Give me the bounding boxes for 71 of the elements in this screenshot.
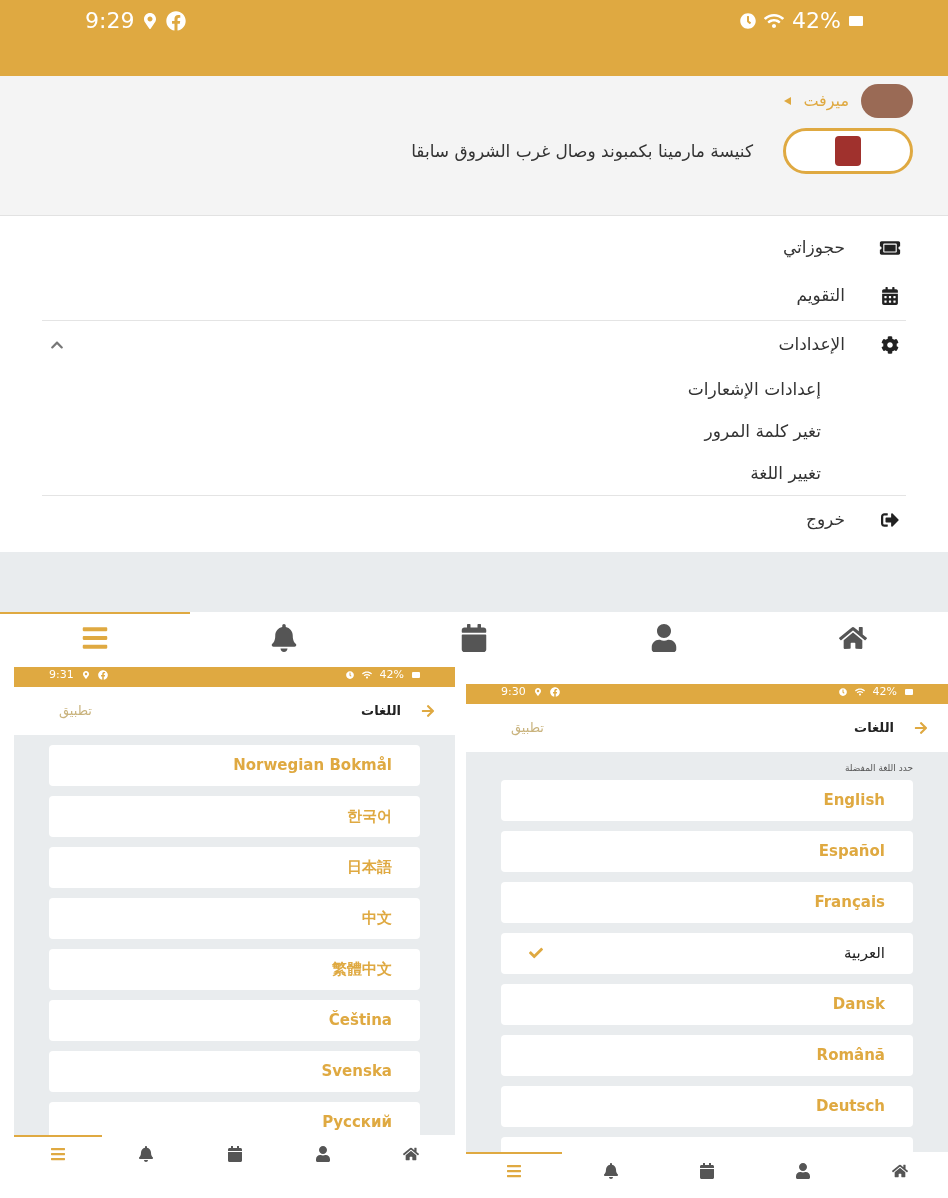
submenu-item[interactable]: إعدادات الإشعارات bbox=[687, 377, 821, 403]
ticket-icon bbox=[879, 239, 901, 257]
menu-item[interactable]: خروج bbox=[805, 507, 845, 533]
language-option[interactable]: 繁體中文 bbox=[49, 949, 420, 990]
facebook-icon bbox=[549, 687, 560, 698]
status-time: 9:31 bbox=[49, 667, 74, 683]
calendar-icon bbox=[226, 1145, 243, 1162]
battery-percent: 42% bbox=[379, 667, 404, 683]
language-option[interactable]: Svenska bbox=[49, 1051, 420, 1092]
home-icon bbox=[891, 1162, 908, 1179]
language-option[interactable]: Čeština bbox=[49, 1000, 420, 1041]
check-icon bbox=[529, 946, 543, 960]
bell-icon bbox=[270, 624, 299, 652]
menu-icon bbox=[50, 1145, 67, 1162]
battery-icon bbox=[905, 689, 913, 696]
facebook-icon bbox=[166, 10, 187, 31]
language-option[interactable]: Deutsch bbox=[501, 1085, 913, 1127]
language-option[interactable]: Español bbox=[501, 830, 913, 872]
bell-icon bbox=[138, 1145, 155, 1162]
language-option[interactable]: Dansk bbox=[501, 983, 913, 1025]
language-option[interactable]: English bbox=[501, 779, 913, 821]
gear-icon bbox=[879, 336, 901, 354]
wifi-icon bbox=[854, 687, 865, 698]
avatar bbox=[861, 84, 913, 118]
language-option[interactable]: Română bbox=[501, 1034, 913, 1076]
screen-title: اللغات bbox=[854, 719, 894, 738]
home-icon bbox=[402, 1145, 419, 1162]
submenu-item[interactable]: تغير كلمة المرور bbox=[704, 419, 821, 445]
user-icon bbox=[649, 624, 678, 652]
status-time: 9:29 bbox=[85, 7, 135, 35]
battery-percent: 42% bbox=[872, 684, 897, 700]
menu-item[interactable]: التقويم bbox=[796, 283, 845, 309]
caret-icon bbox=[784, 97, 792, 105]
alarm-icon bbox=[345, 671, 354, 680]
exit-icon bbox=[879, 511, 901, 529]
menu-icon bbox=[80, 624, 109, 652]
language-option[interactable]: Norwegian Bokmål bbox=[49, 745, 420, 786]
apply-button[interactable]: تطبيق bbox=[486, 718, 544, 738]
church-name: كنيسة مارمينا بكمبوند وصال غرب الشروق سابقا bbox=[410, 140, 753, 163]
battery-icon bbox=[849, 15, 863, 26]
battery-icon bbox=[412, 672, 420, 679]
apply-button[interactable]: تطبيق bbox=[34, 701, 92, 721]
language-option[interactable]: 한국어 bbox=[49, 796, 420, 837]
location-icon bbox=[142, 12, 159, 29]
menu-icon bbox=[506, 1162, 523, 1179]
screen-title: اللغات bbox=[361, 702, 401, 721]
alarm-icon bbox=[838, 688, 847, 697]
language-option[interactable]: 中文 bbox=[49, 898, 420, 939]
language-option[interactable]: العربية bbox=[501, 932, 913, 974]
status-time: 9:30 bbox=[501, 684, 526, 700]
menu-item[interactable]: الإعدادات bbox=[778, 332, 845, 358]
location-icon bbox=[81, 671, 90, 680]
menu-item[interactable]: حجوزاتي bbox=[782, 235, 845, 261]
user-icon bbox=[314, 1145, 331, 1162]
bell-icon bbox=[602, 1162, 619, 1179]
battery-percent: 42% bbox=[792, 7, 841, 35]
calendar-icon bbox=[460, 624, 488, 652]
location-icon bbox=[533, 688, 542, 697]
language-option[interactable]: Русский bbox=[49, 1102, 420, 1135]
user-icon bbox=[795, 1162, 812, 1179]
alarm-icon bbox=[740, 12, 757, 29]
language-option[interactable]: Français bbox=[501, 881, 913, 923]
facebook-icon bbox=[97, 670, 108, 681]
home-icon bbox=[839, 624, 868, 652]
hint-text: حدد اللغة المفضلة bbox=[844, 762, 913, 775]
submenu-item[interactable]: تغيير اللغة bbox=[750, 461, 821, 487]
wifi-icon bbox=[361, 670, 372, 681]
user-name[interactable]: ميرفت bbox=[803, 89, 849, 113]
language-option[interactable]: 日本語 bbox=[49, 847, 420, 888]
calendar-icon bbox=[699, 1162, 715, 1179]
calendar-icon bbox=[879, 287, 901, 305]
